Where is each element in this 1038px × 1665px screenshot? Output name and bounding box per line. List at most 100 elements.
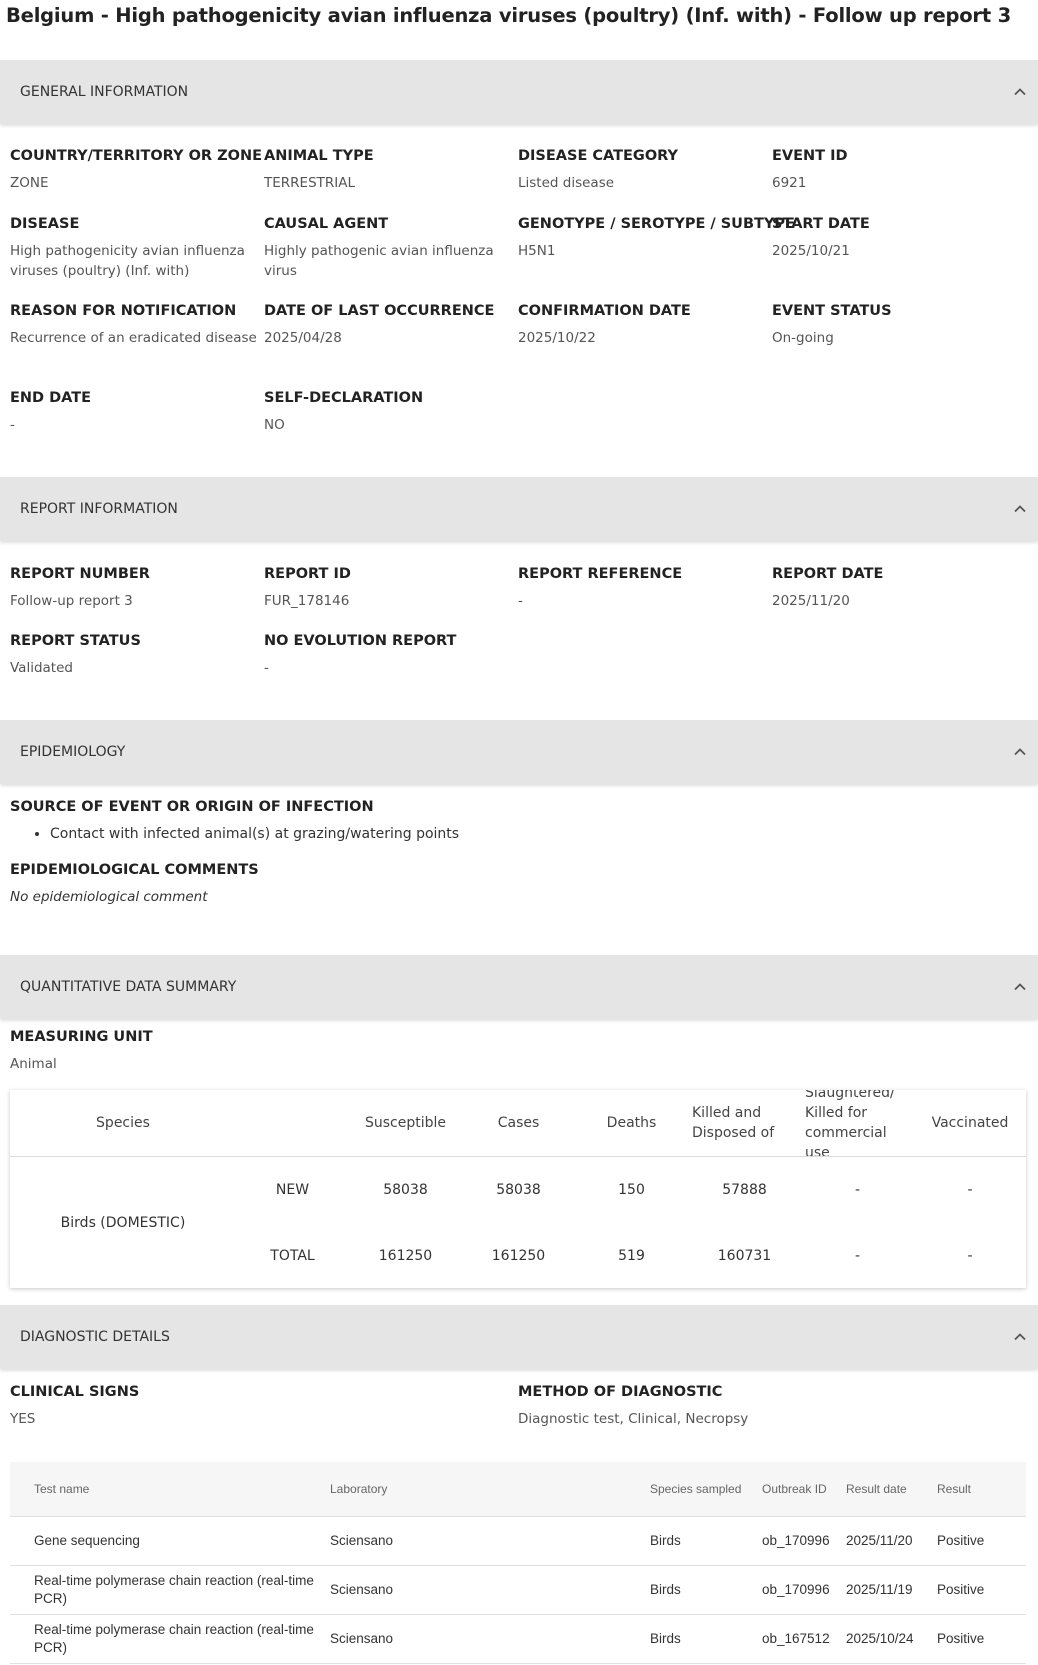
field-no-evolution-report: NO EVOLUTION REPORT - — [264, 631, 514, 678]
section-header-report-information[interactable]: REPORT INFORMATION — [0, 477, 1038, 541]
susceptible-cell: 161250 — [378, 1248, 433, 1264]
field-end-date: END DATE - — [10, 388, 260, 435]
test-name-cell: Real-time polymerase chain reaction (rea… — [34, 1622, 314, 1655]
field-label: SELF-DECLARATION — [264, 390, 424, 406]
chevron-up-icon[interactable] — [1012, 979, 1028, 995]
column-header-susceptible: Susceptible — [349, 1090, 462, 1157]
result-cell: Positive — [937, 1631, 985, 1646]
section-title: DIAGNOSTIC DETAILS — [20, 1329, 170, 1345]
field-event-id: EVENT ID 6921 — [772, 146, 1022, 193]
field-value: FUR_178146 — [264, 593, 350, 609]
test-name-cell: Gene sequencing — [34, 1533, 140, 1548]
result-date-cell: 2025/11/19 — [846, 1582, 913, 1597]
field-start-date: START DATE 2025/10/21 — [772, 214, 1022, 261]
section-header-general-information[interactable]: GENERAL INFORMATION — [0, 60, 1038, 124]
header-text: Killed and Disposed of — [692, 1105, 775, 1141]
field-genotype: GENOTYPE / SEROTYPE / SUBTYPE H5N1 — [518, 214, 795, 261]
field-value: 2025/10/21 — [772, 243, 850, 259]
field-value: - — [264, 660, 269, 676]
laboratory-cell: Sciensano — [330, 1533, 394, 1548]
field-value: Follow-up report 3 — [10, 593, 133, 609]
field-report-date: REPORT DATE 2025/11/20 — [772, 564, 1022, 611]
field-report-number: REPORT NUMBER Follow-up report 3 — [10, 564, 260, 611]
column-header-killed-disposed: Killed and Disposed of — [688, 1090, 801, 1157]
row-type-cell: TOTAL — [270, 1248, 315, 1264]
field-self-declaration: SELF-DECLARATION NO — [264, 388, 514, 435]
field-confirmation-date: CONFIRMATION DATE 2025/10/22 — [518, 301, 768, 348]
diagnostic-table: Test name Laboratory Species sampled Out… — [10, 1462, 1026, 1664]
field-label: GENOTYPE / SEROTYPE / SUBTYPE — [518, 216, 795, 232]
page-title: Belgium - High pathogenicity avian influ… — [6, 4, 1011, 27]
chevron-up-icon[interactable] — [1012, 1329, 1028, 1345]
quantitative-table-card: Species Susceptible Cases Deaths Killed … — [10, 1090, 1026, 1288]
deaths-cell: 519 — [618, 1248, 645, 1264]
source-item: Contact with infected animal(s) at grazi… — [50, 824, 710, 844]
laboratory-cell: Sciensano — [330, 1582, 394, 1597]
field-country: COUNTRY/TERRITORY OR ZONE ZONE — [10, 146, 263, 193]
row-type-cell: NEW — [275, 1182, 310, 1198]
result-date-cell: 2025/11/20 — [846, 1533, 913, 1548]
field-label: METHOD OF DIAGNOSTIC — [518, 1384, 723, 1400]
species-cell: Birds — [650, 1631, 681, 1646]
column-header-vaccinated: Vaccinated — [914, 1090, 1026, 1157]
chevron-up-icon[interactable] — [1012, 84, 1028, 100]
chevron-up-icon[interactable] — [1012, 744, 1028, 760]
field-label: DISEASE CATEGORY — [518, 148, 679, 164]
field-label: REPORT NUMBER — [10, 566, 150, 582]
section-title: REPORT INFORMATION — [20, 501, 178, 517]
field-label: END DATE — [10, 390, 92, 406]
killed-cell: 160731 — [717, 1248, 772, 1264]
field-report-id: REPORT ID FUR_178146 — [264, 564, 514, 611]
table-header-row: Species Susceptible Cases Deaths Killed … — [10, 1090, 1026, 1157]
section-header-diagnostic-details[interactable]: DIAGNOSTIC DETAILS — [0, 1305, 1038, 1369]
field-label: CLINICAL SIGNS — [10, 1384, 140, 1400]
table-row: Gene sequencing Sciensano Birds ob_17099… — [10, 1517, 1026, 1566]
column-header-outbreak-id: Outbreak ID — [762, 1482, 827, 1496]
test-name-cell: Real-time polymerase chain reaction (rea… — [34, 1573, 314, 1606]
outbreak-id-cell: ob_170996 — [762, 1582, 830, 1597]
field-animal-type: ANIMAL TYPE TERRESTRIAL — [264, 146, 514, 193]
field-last-occurrence: DATE OF LAST OCCURRENCE 2025/04/28 — [264, 301, 514, 348]
field-disease: DISEASE High pathogenicity avian influen… — [10, 214, 260, 281]
species-cell: Birds — [650, 1533, 681, 1548]
field-label: EVENT ID — [772, 148, 848, 164]
field-measuring-unit: MEASURING UNIT Animal — [10, 1027, 260, 1074]
column-header-deaths: Deaths — [575, 1090, 688, 1157]
field-value: Validated — [10, 660, 73, 676]
quantitative-table: Species Susceptible Cases Deaths Killed … — [10, 1090, 1026, 1289]
chevron-up-icon[interactable] — [1012, 501, 1028, 517]
vaccinated-cell: - — [967, 1182, 973, 1198]
field-value: 2025/11/20 — [772, 593, 850, 609]
species-cell: Birds (DOMESTIC) — [60, 1215, 186, 1231]
field-label: MEASURING UNIT — [10, 1029, 153, 1045]
column-header-result-date: Result date — [846, 1482, 907, 1496]
field-epidemiological-comments: EPIDEMIOLOGICAL COMMENTS No epidemiologi… — [10, 860, 710, 907]
field-value: No epidemiological comment — [10, 889, 208, 905]
table-row: Real-time polymerase chain reaction (rea… — [10, 1566, 1026, 1615]
slaughtered-cell: - — [854, 1248, 861, 1264]
field-label: START DATE — [772, 216, 870, 232]
section-header-epidemiology[interactable]: EPIDEMIOLOGY — [0, 720, 1038, 784]
field-report-reference: REPORT REFERENCE - — [518, 564, 768, 611]
result-date-cell: 2025/10/24 — [846, 1631, 914, 1646]
field-label: COUNTRY/TERRITORY OR ZONE — [10, 148, 263, 164]
species-cell: Birds — [650, 1582, 681, 1597]
column-header-result: Result — [937, 1482, 972, 1496]
table-header-row: Test name Laboratory Species sampled Out… — [10, 1462, 1026, 1517]
deaths-cell: 150 — [618, 1182, 645, 1198]
field-value: Recurrence of an eradicated disease — [10, 330, 257, 346]
column-header-test-name: Test name — [34, 1482, 90, 1496]
field-label: DATE OF LAST OCCURRENCE — [264, 303, 495, 319]
field-label: EPIDEMIOLOGICAL COMMENTS — [10, 862, 259, 878]
field-report-status: REPORT STATUS Validated — [10, 631, 260, 678]
section-header-quantitative-data-summary[interactable]: QUANTITATIVE DATA SUMMARY — [0, 955, 1038, 1019]
field-value: High pathogenicity avian influenza virus… — [10, 243, 245, 279]
vaccinated-cell: - — [967, 1248, 973, 1264]
header-text: Slaughtered/ Killed for commercial use — [805, 1090, 895, 1156]
section-title: EPIDEMIOLOGY — [20, 744, 126, 760]
table-row: Real-time polymerase chain reaction (rea… — [10, 1615, 1026, 1664]
field-label: REASON FOR NOTIFICATION — [10, 303, 237, 319]
field-value: H5N1 — [518, 243, 556, 259]
field-label: EVENT STATUS — [772, 303, 892, 319]
field-value: - — [518, 593, 523, 609]
